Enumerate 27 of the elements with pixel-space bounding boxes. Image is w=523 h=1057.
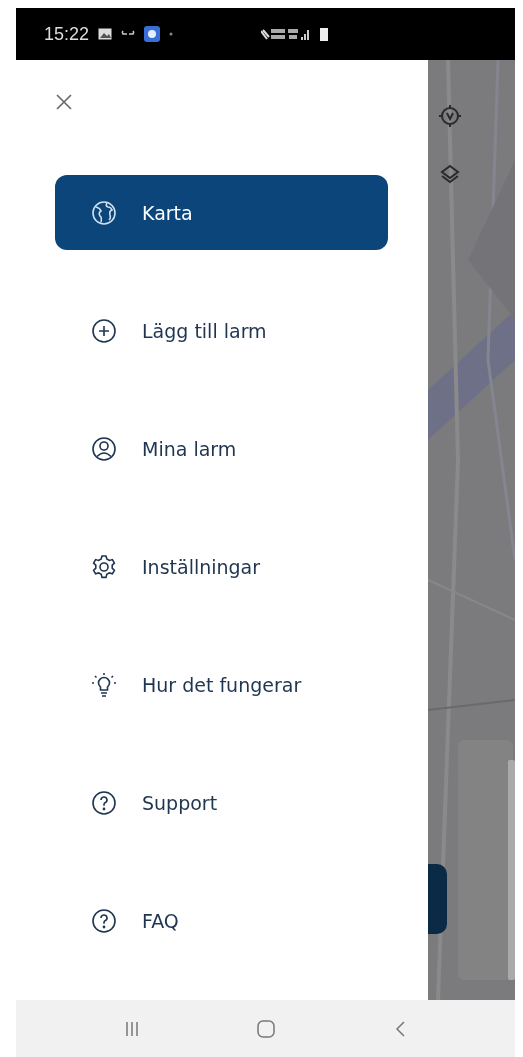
map-button[interactable] (428, 864, 447, 934)
status-time: 15:22 (44, 23, 90, 45)
menu-item[interactable]: Lägg till larm (55, 293, 388, 368)
lightbulb-icon (91, 671, 117, 698)
layers-icon[interactable] (439, 163, 461, 185)
menu-item[interactable]: Support (55, 765, 388, 840)
dot-icon (169, 32, 174, 36)
home-icon[interactable] (256, 1018, 277, 1039)
recent-apps-icon[interactable] (124, 1020, 139, 1037)
gallery-icon (98, 28, 113, 40)
settings-icon (91, 553, 117, 580)
menu-item[interactable]: Hur det fungerar (55, 647, 388, 722)
network-icon (261, 27, 312, 41)
menu-item[interactable]: FAQ (55, 883, 388, 958)
battery-icon (320, 27, 329, 41)
back-icon[interactable] (394, 1019, 407, 1038)
app-icon (144, 26, 161, 42)
help-icon (91, 907, 117, 934)
menu-item[interactable]: Karta (55, 175, 388, 250)
menu-item[interactable]: Mina larm (55, 411, 388, 486)
menu-item[interactable]: Inställningar (55, 529, 388, 604)
globe-icon (91, 199, 117, 226)
add-icon (91, 317, 117, 344)
user-icon (91, 435, 117, 462)
compass-icon[interactable] (438, 104, 462, 128)
close-icon (56, 94, 72, 110)
help-icon (91, 789, 117, 816)
